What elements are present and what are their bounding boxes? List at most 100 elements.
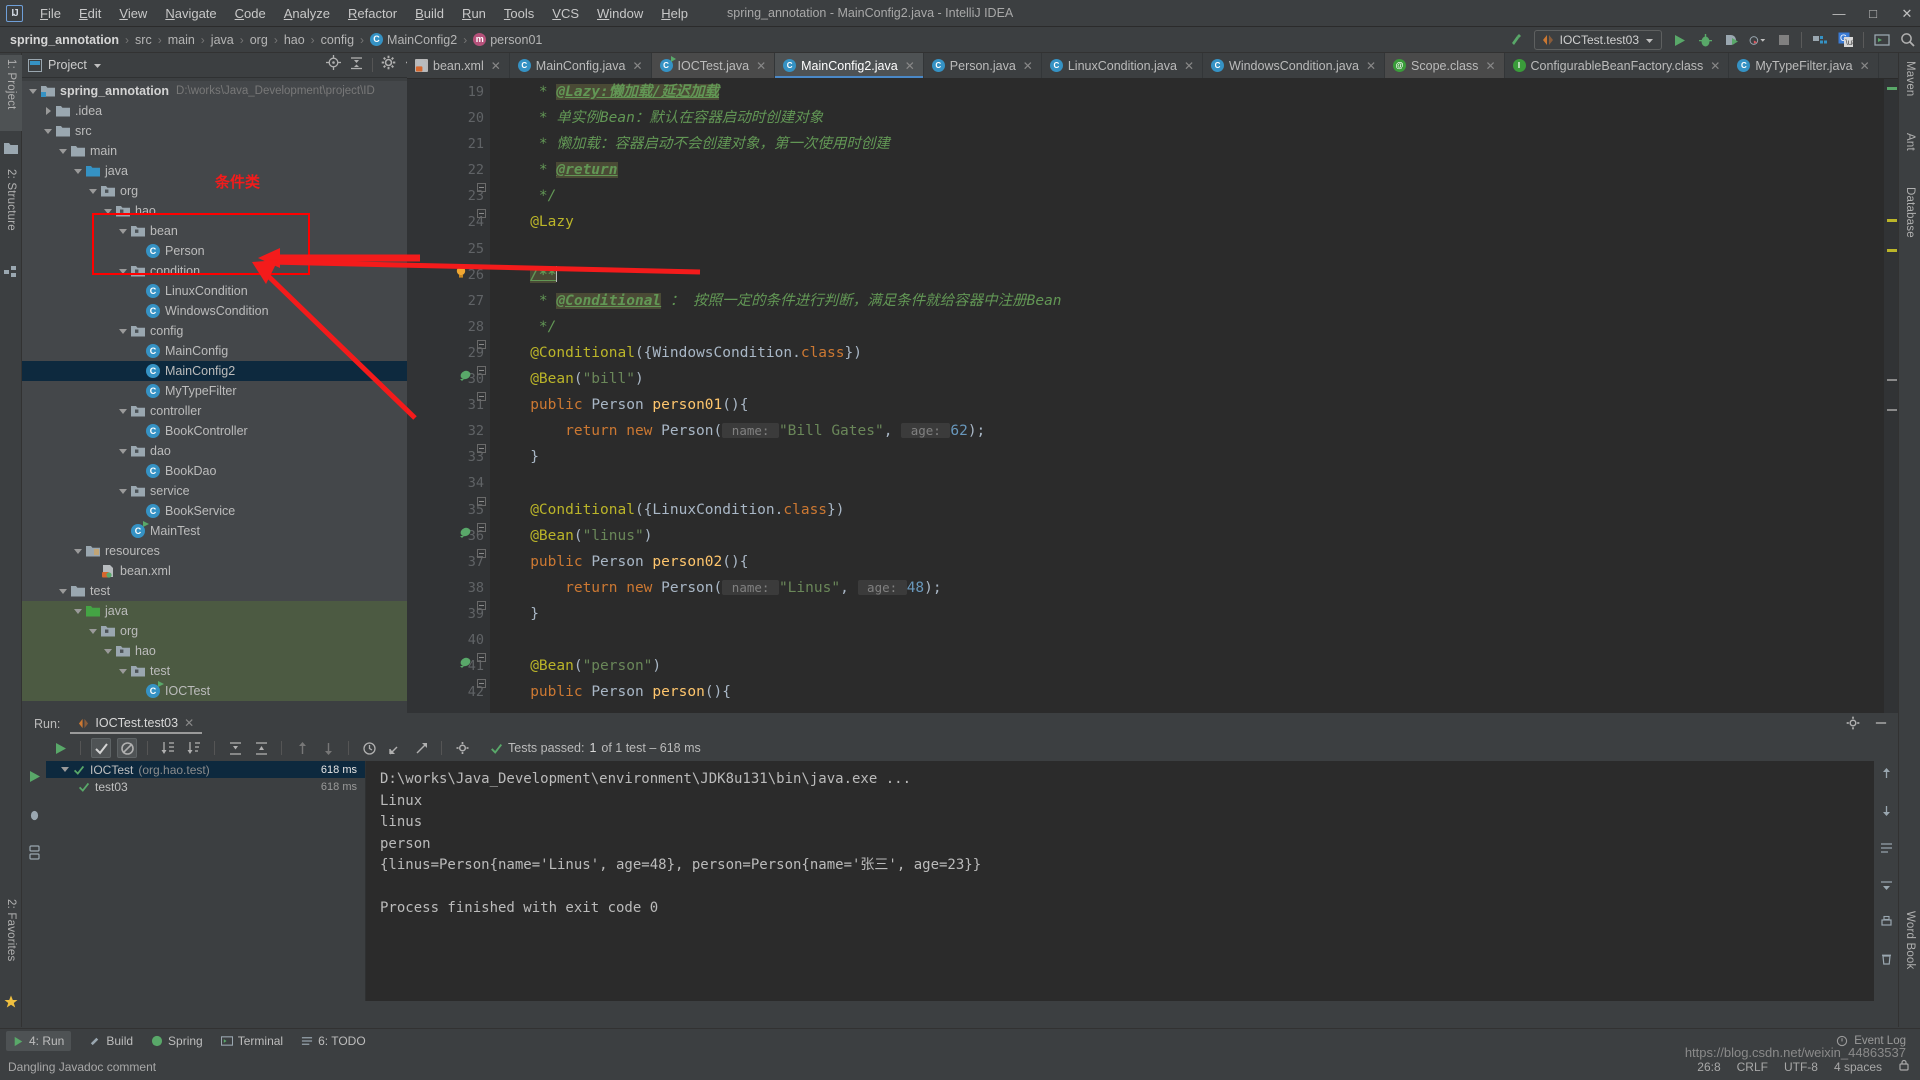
tree-node-mainconfig2[interactable]: C MainConfig2 bbox=[22, 361, 425, 381]
gutter-line-28[interactable]: 28 bbox=[407, 314, 490, 340]
test-tree-row-test03[interactable]: test03 618 ms bbox=[46, 778, 365, 795]
tree-node-condition[interactable]: condition bbox=[22, 261, 425, 281]
code-fold-icon[interactable] bbox=[477, 653, 486, 663]
chevron-down-icon[interactable] bbox=[43, 126, 54, 137]
close-icon[interactable]: ✕ bbox=[1900, 6, 1914, 21]
run-tab[interactable]: IOCTest.test03 ✕ bbox=[70, 714, 203, 734]
tree-node-resources[interactable]: resources bbox=[22, 541, 425, 561]
tree-node-hao[interactable]: hao bbox=[22, 201, 425, 221]
gutter-line-40[interactable]: 40 bbox=[407, 627, 490, 653]
test-settings-icon[interactable] bbox=[452, 738, 472, 758]
close-icon[interactable]: ✕ bbox=[632, 59, 642, 73]
file-encoding[interactable]: UTF-8 bbox=[1784, 1060, 1818, 1074]
caret-position[interactable]: 26:8 bbox=[1697, 1060, 1720, 1074]
hide-panel-icon[interactable] bbox=[1874, 716, 1888, 733]
code-fold-icon[interactable] bbox=[477, 679, 486, 689]
gutter-line-39[interactable]: 39 bbox=[407, 600, 490, 627]
code-line-29[interactable]: @Conditional({WindowsCondition.class}) bbox=[504, 340, 1884, 366]
gutter-line-37[interactable]: 37 bbox=[407, 548, 490, 575]
update-project-icon[interactable] bbox=[1508, 32, 1525, 49]
breadcrumb-item-spring_annotation[interactable]: spring_annotation bbox=[10, 33, 119, 47]
editor-tabs[interactable]: bean.xml ✕ C MainConfig.java ✕ C IOCTest.java ✕… bbox=[407, 53, 1898, 79]
intention-bulb-icon[interactable] bbox=[455, 262, 467, 278]
editor-tab-linuxcondition-java[interactable]: C LinuxCondition.java ✕ bbox=[1042, 53, 1204, 78]
tree-node-org[interactable]: org bbox=[22, 621, 425, 641]
code-line-33[interactable]: } bbox=[504, 444, 1884, 470]
gutter-line-42[interactable]: 42 bbox=[407, 679, 490, 705]
code-line-39[interactable]: } bbox=[504, 601, 1884, 627]
tree-node-mytypefilter[interactable]: C MyTypeFilter bbox=[22, 381, 425, 401]
gutter-line-34[interactable]: 34 bbox=[407, 470, 490, 496]
code-line-32[interactable]: return new Person( name: "Bill Gates", a… bbox=[504, 418, 1884, 444]
editor-gutter[interactable]: 19 20 21 22 23 24 25 26 27 28 29 30 31 32 33 34 35 36 37 38… bbox=[407, 79, 490, 713]
code-line-27[interactable]: * @Conditional ： 按照一定的条件进行判断，满足条件就给容器中注册… bbox=[504, 288, 1884, 314]
code-editor[interactable]: 19 20 21 22 23 24 25 26 27 28 29 30 31 32 33 34 35 36 37 38… bbox=[407, 79, 1898, 713]
bottom-tab-todo[interactable]: 6: TODO bbox=[301, 1034, 366, 1048]
chevron-down-icon[interactable] bbox=[118, 406, 129, 417]
collapse-all-icon[interactable] bbox=[251, 738, 271, 758]
chevron-right-icon[interactable] bbox=[43, 106, 54, 117]
editor-tab-mainconfig2-java[interactable]: C MainConfig2.java ✕ bbox=[775, 53, 924, 78]
tree-node-hao[interactable]: hao bbox=[22, 641, 425, 661]
chevron-down-icon[interactable] bbox=[118, 326, 129, 337]
tree-node-src[interactable]: src bbox=[22, 121, 425, 141]
tree-node-config[interactable]: config bbox=[22, 321, 425, 341]
rerun-icon[interactable] bbox=[50, 738, 70, 758]
code-line-35[interactable]: @Conditional({LinuxCondition.class}) bbox=[504, 497, 1884, 523]
run-with-coverage-icon[interactable] bbox=[1723, 32, 1740, 49]
tree-node-bookcontroller[interactable]: C BookController bbox=[22, 421, 425, 441]
code-line-19[interactable]: * @Lazy:懒加载/延迟加载 bbox=[504, 79, 1884, 105]
menu-item-run[interactable]: Run bbox=[453, 3, 495, 24]
indent-setting[interactable]: 4 spaces bbox=[1834, 1060, 1882, 1074]
run-configuration-selector[interactable]: IOCTest.test03 bbox=[1533, 30, 1662, 50]
chevron-down-icon[interactable] bbox=[88, 626, 99, 637]
code-line-25[interactable] bbox=[504, 236, 1884, 262]
sidebar-item-structure[interactable]: 2: Structure bbox=[0, 165, 22, 257]
tree-node-bookservice[interactable]: C BookService bbox=[22, 501, 425, 521]
editor-tab-mainconfig-java[interactable]: C MainConfig.java ✕ bbox=[510, 53, 652, 78]
editor-tab-configurablebeanfactory-class[interactable]: I ConfigurableBeanFactory.class ✕ bbox=[1505, 53, 1730, 78]
chevron-down-icon[interactable] bbox=[58, 146, 69, 157]
tree-node-test[interactable]: test bbox=[22, 581, 425, 601]
menu-item-window[interactable]: Window bbox=[588, 3, 652, 24]
tree-node-test[interactable]: test bbox=[22, 661, 425, 681]
soft-wrap-icon[interactable] bbox=[1880, 841, 1893, 858]
gutter-line-29[interactable]: 29 bbox=[407, 339, 490, 366]
breadcrumb-item-hao[interactable]: hao bbox=[284, 33, 305, 47]
sidebar-item-maven[interactable]: Maven bbox=[1899, 57, 1920, 113]
hide-passed-toggle[interactable] bbox=[91, 738, 111, 758]
run-gutter-icon[interactable] bbox=[459, 366, 472, 382]
test-tree-row-ioctest[interactable]: IOCTest (org.hao.test) 618 ms bbox=[46, 761, 365, 778]
chevron-down-icon[interactable] bbox=[73, 606, 84, 617]
console-output[interactable]: D:\works\Java_Development\environment\JD… bbox=[366, 761, 1898, 1001]
tree-node-bean-xml[interactable]: bean.xml bbox=[22, 561, 425, 581]
chevron-down-icon[interactable] bbox=[60, 764, 71, 775]
gutter-line-36[interactable]: 36 bbox=[407, 522, 490, 549]
menu-item-refactor[interactable]: Refactor bbox=[339, 3, 406, 24]
chevron-down-icon[interactable] bbox=[28, 86, 39, 97]
close-icon[interactable]: ✕ bbox=[1184, 59, 1194, 73]
code-line-23[interactable]: */ bbox=[504, 183, 1884, 209]
editor-tab-mytypefilter-java[interactable]: C MyTypeFilter.java ✕ bbox=[1729, 53, 1879, 78]
tree-node-bean[interactable]: bean bbox=[22, 221, 425, 241]
code-line-36[interactable]: @Bean("linus") bbox=[504, 523, 1884, 549]
run-gutter-icon[interactable] bbox=[459, 523, 472, 538]
code-fold-icon[interactable] bbox=[477, 496, 486, 506]
close-icon[interactable]: ✕ bbox=[1710, 59, 1720, 73]
gear-icon[interactable] bbox=[381, 55, 396, 75]
code-fold-icon[interactable] bbox=[477, 444, 486, 454]
close-icon[interactable]: ✕ bbox=[491, 59, 501, 73]
tree-node-ioctest[interactable]: C IOCTest bbox=[22, 681, 425, 701]
gutter-line-35[interactable]: 35 bbox=[407, 496, 490, 523]
test-history-icon[interactable] bbox=[359, 738, 379, 758]
chevron-down-icon[interactable] bbox=[103, 206, 114, 217]
code-line-30[interactable]: @Bean("bill") bbox=[504, 366, 1884, 392]
editor-tab-bean-xml[interactable]: bean.xml ✕ bbox=[407, 53, 510, 78]
tree-node-dao[interactable]: dao bbox=[22, 441, 425, 461]
breadcrumb-item-org[interactable]: org bbox=[250, 33, 268, 47]
tree-node--idea[interactable]: .idea bbox=[22, 101, 425, 121]
stop-icon[interactable] bbox=[1775, 32, 1792, 49]
editor-tab-scope-class[interactable]: @ Scope.class ✕ bbox=[1385, 53, 1505, 78]
sidebar-item-word-book[interactable]: Word Book bbox=[1899, 907, 1920, 997]
code-line-26[interactable]: /** bbox=[504, 262, 1884, 288]
